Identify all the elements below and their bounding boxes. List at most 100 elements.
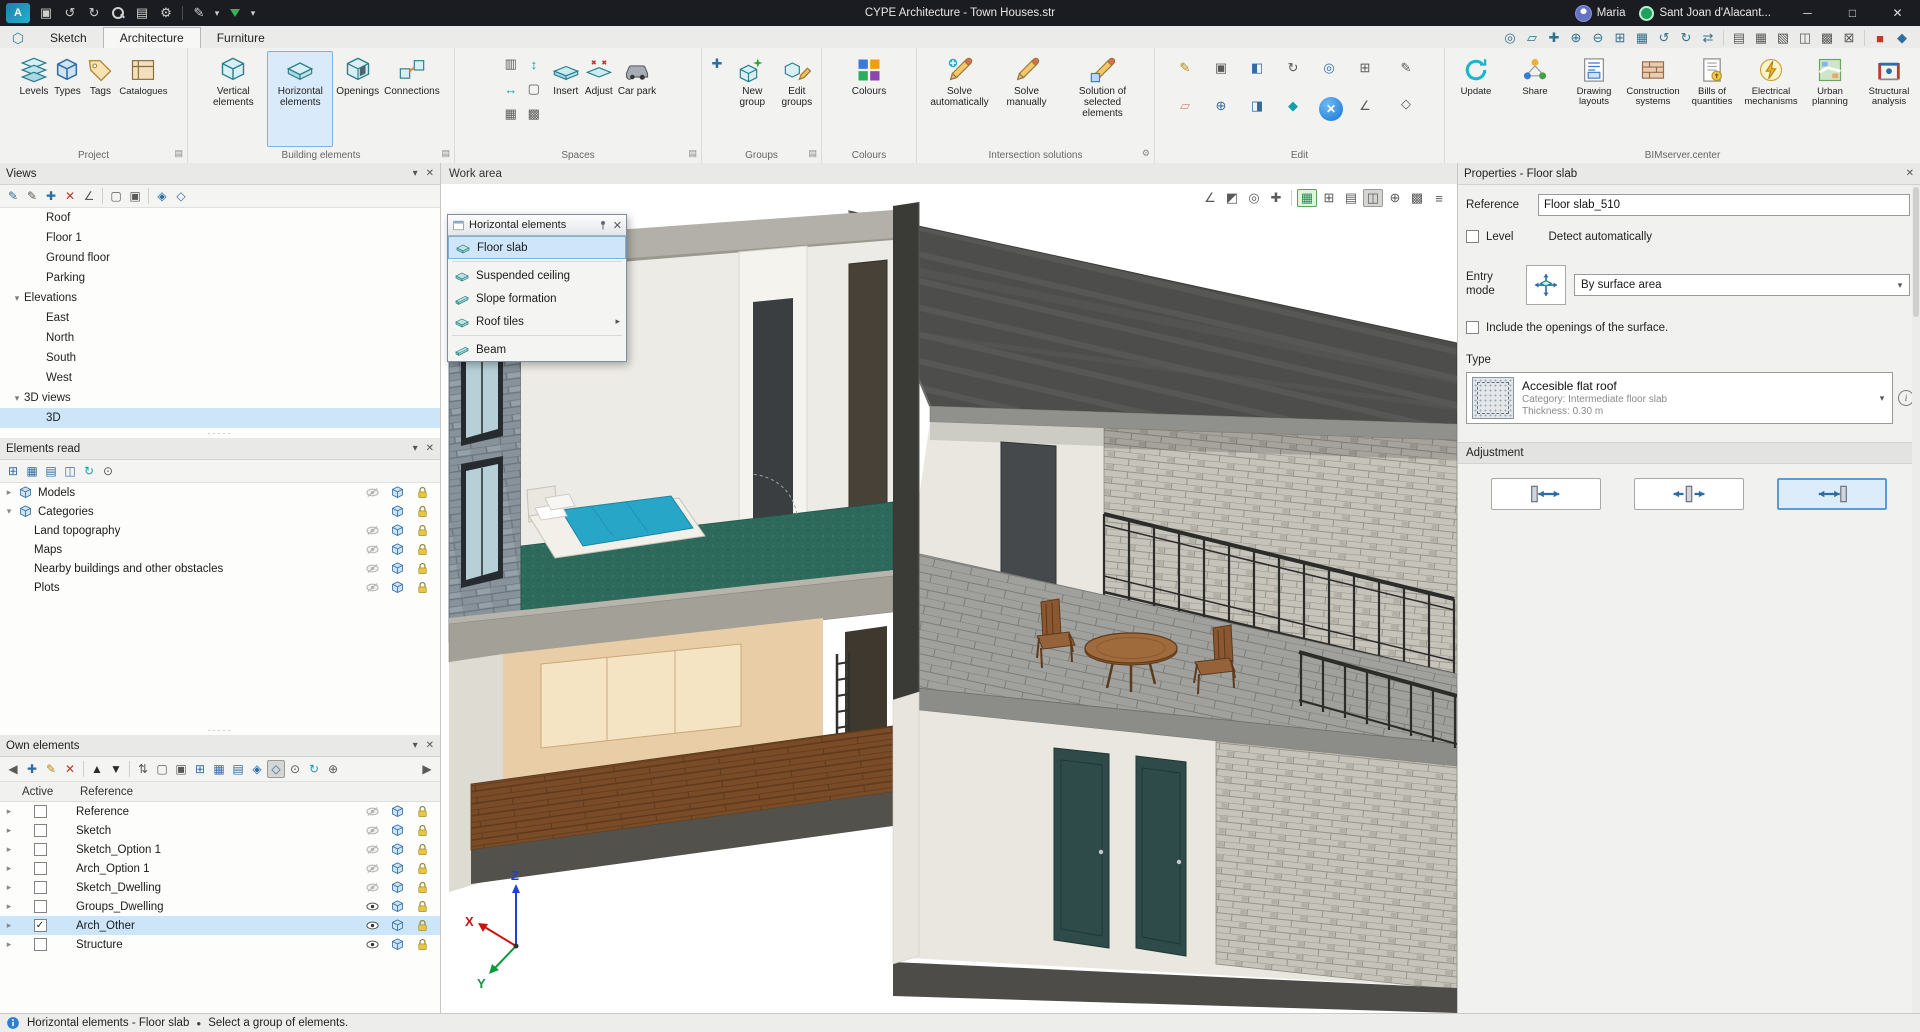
view-item-west[interactable]: West [0,368,440,388]
lock-icon[interactable] [412,918,432,934]
move-down-icon[interactable]: ▼ [107,760,125,778]
rotate-icon[interactable]: ↻ [1283,59,1303,77]
entry-mode-icon-button[interactable] [1526,265,1566,305]
visibility-icon[interactable] [362,542,382,558]
move-icon[interactable]: ⊕ [1211,97,1231,115]
new-view-icon[interactable]: ✎ [4,187,22,205]
zoom-window-icon[interactable]: ◎ [1500,29,1520,47]
new-group-button[interactable]: New group [731,51,774,147]
edit-mode-dropdown-icon[interactable]: ▾ [211,2,223,24]
edit-small-pencil-icon[interactable]: ✎ [1396,59,1416,77]
elements-read-row-models[interactable]: ▸ Models [0,483,440,502]
lock-icon[interactable] [412,899,432,915]
bim-object-icon[interactable] [387,542,407,558]
tab-sketch[interactable]: Sketch [34,28,103,48]
delete-view-icon[interactable]: ✕ [61,187,79,205]
dimension-style-icon[interactable]: ■ [1870,29,1890,47]
bim-object-icon[interactable] [387,937,407,953]
texture-view-icon[interactable]: ▩ [1407,189,1427,207]
pan-view-icon[interactable]: ✚ [1266,189,1286,207]
close-own-elements-icon[interactable]: ✕ [426,740,434,751]
own-row-arch-option-1[interactable]: ▸ Arch_Option 1 [0,859,440,878]
close-views-icon[interactable]: ✕ [426,168,434,179]
bills-of-quantities-button[interactable]: Bills of quantities [1683,51,1741,147]
types-button[interactable]: Types [51,51,83,147]
bim-object-icon[interactable] [387,861,407,877]
save-icon[interactable]: ▣ [34,2,58,24]
lock-icon[interactable] [412,842,432,858]
group-options-icon[interactable]: ▤ [174,148,183,159]
copy-icon[interactable]: ▣ [1211,59,1231,77]
visibility-icon[interactable] [362,918,382,934]
isolate-icon[interactable]: ◈ [248,760,266,778]
active-checkbox[interactable] [33,919,47,932]
view-item-3d[interactable]: 3D [0,408,440,428]
user-account[interactable]: Maria [1574,4,1625,22]
visibility-icon[interactable] [362,861,382,877]
group-settings-icon[interactable]: ⚙ [1142,148,1150,159]
elements-read-row-plots[interactable]: Plots [0,578,440,597]
lock-icon[interactable] [412,580,432,596]
space-array-icon[interactable]: ▩ [524,105,544,123]
include-openings-checkbox[interactable] [1466,321,1479,334]
move-up-icon[interactable]: ▲ [88,760,106,778]
level-checkbox[interactable] [1466,230,1479,243]
bim-object-icon[interactable] [387,823,407,839]
clip-box-icon[interactable]: ◩ [1222,189,1242,207]
edit-groups-button[interactable]: Edit groups [775,51,819,147]
filter-visible-icon[interactable]: ◇ [267,760,285,778]
elements-read-row-maps[interactable]: Maps [0,540,440,559]
menu-item-slope-formation[interactable]: Slope formation [448,287,626,310]
group-options-icon[interactable]: ▤ [441,148,450,159]
delete-element-icon[interactable]: ✕ [1319,97,1343,121]
visibility-icon[interactable] [362,899,382,915]
view-item-north[interactable]: North [0,328,440,348]
tags-button[interactable]: Tags [84,51,116,147]
scene-list-icon[interactable]: ≡ [1429,189,1449,207]
grid-toggle-icon[interactable]: ⊞ [1319,189,1339,207]
snap-toggle-icon[interactable]: ▦ [1297,189,1317,207]
snap-table-icon[interactable]: ▤ [1729,29,1749,47]
measure-icon[interactable]: ∠ [1355,97,1375,115]
mirror-right-icon[interactable]: ◨ [1247,97,1267,115]
bimserver-project[interactable]: Sant Joan d'Alacant... [1639,5,1771,21]
view-group-elevations[interactable]: ▾ Elevations [0,288,440,308]
own-row-sketch[interactable]: ▸ Sketch [0,821,440,840]
shaded-view-icon[interactable]: ◫ [1363,189,1383,207]
entry-mode-select[interactable]: By surface area ▾ [1574,274,1910,296]
view-plan-icon[interactable]: ◇ [172,187,190,205]
reference-style-icon[interactable]: ◆ [1892,29,1912,47]
close-properties-icon[interactable]: ✕ [1906,168,1914,179]
scroll-right-icon[interactable]: ▶ [418,760,436,778]
urban-planning-button[interactable]: Urban planning [1801,51,1859,147]
edit-mode-icon[interactable]: ✎ [187,2,211,24]
share-button[interactable]: Share [1506,51,1564,147]
active-checkbox[interactable] [33,843,47,856]
catalogues-button[interactable]: Catalogues [117,51,169,147]
view-grid-icon[interactable]: ▦ [1632,29,1652,47]
snap-grid-icon[interactable]: ▦ [1751,29,1771,47]
view-item-south[interactable]: South [0,348,440,368]
levels-button[interactable]: Levels [18,51,51,147]
visibility-icon[interactable] [362,823,382,839]
filter-dropdown-icon[interactable]: ▾ [247,2,259,24]
active-checkbox[interactable] [33,824,47,837]
reference-point-icon[interactable]: ◎ [1319,59,1339,77]
reference-input[interactable] [1538,194,1910,216]
zoom-out-icon[interactable]: ⊖ [1588,29,1608,47]
bim-object-icon[interactable] [387,561,407,577]
space-flip-h-icon[interactable]: ↔ [501,80,521,98]
orbit-target-icon[interactable]: ◎ [1244,189,1264,207]
group-options-icon[interactable]: ▤ [688,148,697,159]
lock-icon[interactable] [412,523,432,539]
lock-icon[interactable] [412,861,432,877]
visibility-icon[interactable] [362,804,382,820]
horizontal-elements-button[interactable]: Horizontal elements [267,51,334,147]
visibility-icon[interactable] [362,523,382,539]
visibility-icon[interactable] [362,937,382,953]
lock-icon[interactable] [412,823,432,839]
match-properties-icon[interactable]: ◆ [1283,97,1303,115]
snap-panes-icon[interactable]: ◫ [1795,29,1815,47]
type-selector[interactable]: Accesible flat roof Category: Intermedia… [1466,372,1893,424]
adjust-lower-face-button[interactable] [1777,478,1887,510]
